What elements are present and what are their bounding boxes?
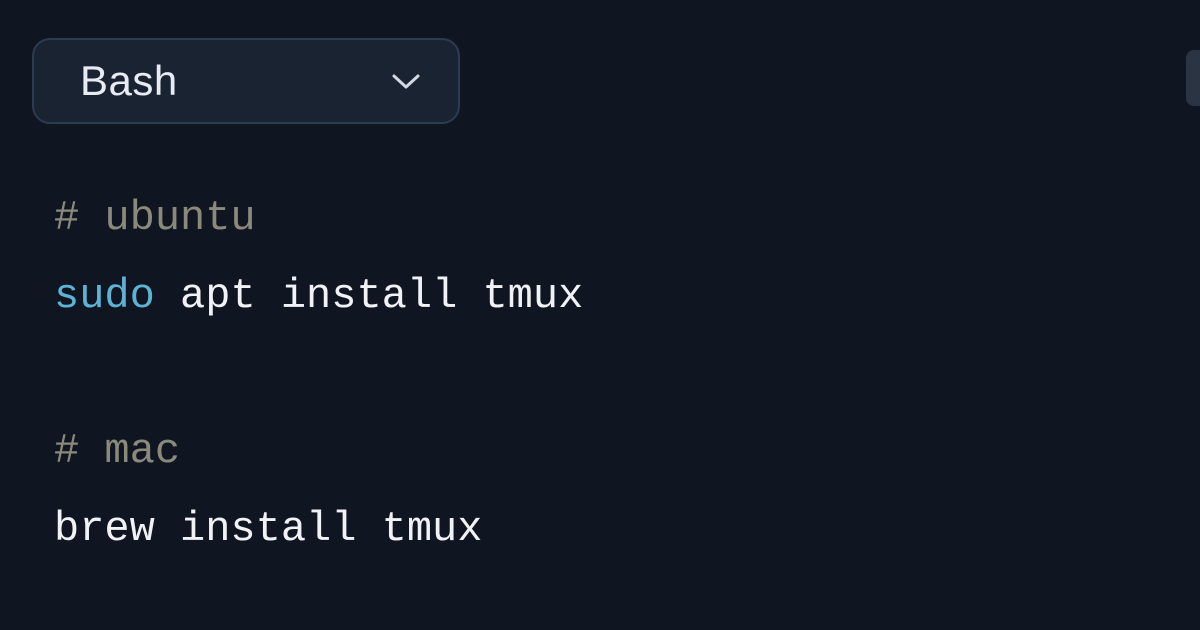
comment-text: # ubuntu bbox=[54, 194, 256, 242]
comment-text: # mac bbox=[54, 427, 180, 475]
code-line-comment-mac: # mac bbox=[54, 413, 583, 491]
plain-text: brew install tmux bbox=[54, 505, 482, 553]
scrollbar-thumb[interactable] bbox=[1186, 50, 1200, 106]
keyword-sudo: sudo bbox=[54, 272, 155, 320]
chevron-down-icon bbox=[390, 71, 422, 91]
code-block: # ubuntu sudo apt install tmux # mac bre… bbox=[54, 180, 583, 569]
code-line-ubuntu-install: sudo apt install tmux bbox=[54, 258, 583, 336]
language-selector-dropdown[interactable]: Bash bbox=[32, 38, 460, 124]
language-selector-label: Bash bbox=[80, 57, 178, 105]
code-line-comment-ubuntu: # ubuntu bbox=[54, 180, 583, 258]
blank-line bbox=[54, 335, 583, 413]
code-line-mac-install: brew install tmux bbox=[54, 491, 583, 569]
plain-text: apt install tmux bbox=[155, 272, 583, 320]
